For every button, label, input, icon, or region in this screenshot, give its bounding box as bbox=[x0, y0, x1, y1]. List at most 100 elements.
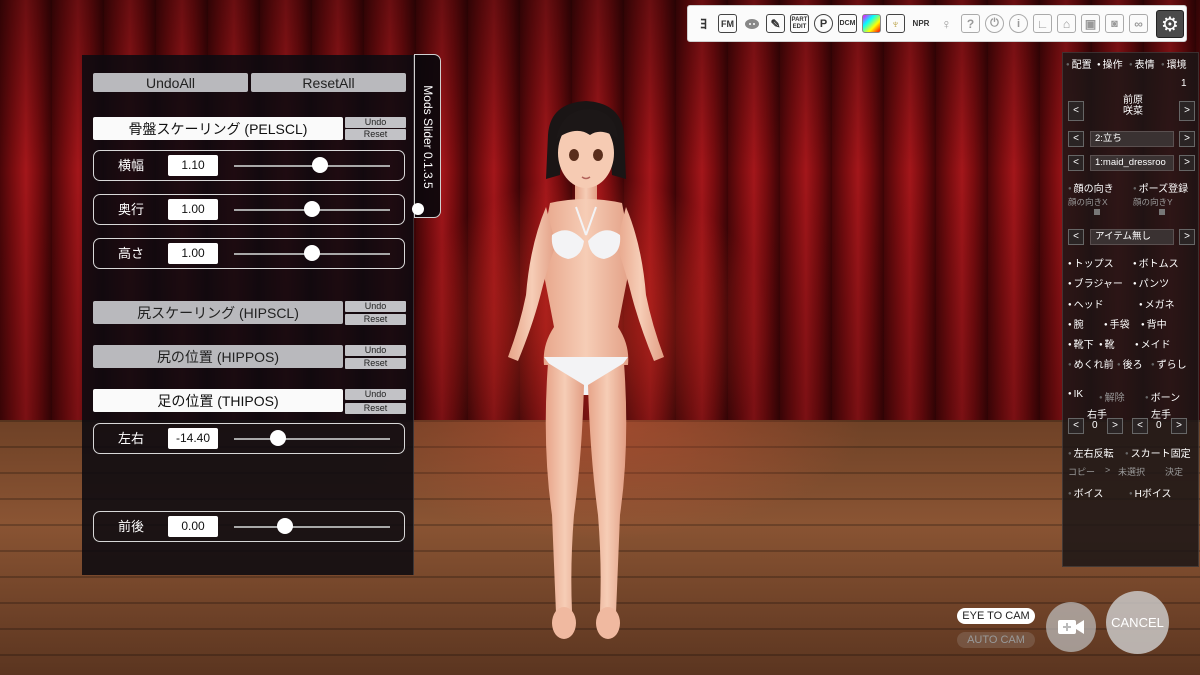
left-hand-prev-button[interactable]: < bbox=[1132, 418, 1148, 434]
panel-resize-handle[interactable] bbox=[412, 203, 424, 215]
pelscl-undo-button[interactable]: Undo bbox=[345, 117, 406, 128]
tab-operation[interactable]: 操作 bbox=[1097, 56, 1123, 71]
next-item-button[interactable]: > bbox=[1179, 229, 1195, 245]
clothing-shift-checkbox[interactable]: ずらし bbox=[1151, 356, 1187, 371]
slider-knob[interactable] bbox=[311, 157, 328, 173]
copy-button[interactable]: コピー bbox=[1068, 465, 1095, 478]
clothing-arm-checkbox[interactable]: 腕 bbox=[1068, 316, 1084, 331]
item-field[interactable]: アイテム無し bbox=[1090, 229, 1174, 245]
unselected-field[interactable]: 未選択 bbox=[1118, 465, 1145, 478]
slider-track[interactable] bbox=[234, 438, 390, 440]
thipos-reset-button[interactable]: Reset bbox=[345, 403, 406, 414]
prev-item-button[interactable]: < bbox=[1068, 229, 1084, 245]
clothing-back-checkbox[interactable]: 背中 bbox=[1141, 316, 1167, 331]
voice-checkbox[interactable]: ボイス bbox=[1068, 485, 1104, 500]
graph-icon[interactable]: ∟ bbox=[1033, 14, 1052, 33]
ik-checkbox[interactable]: IK bbox=[1068, 389, 1083, 400]
clothing-flip-front-checkbox[interactable]: めくれ前 bbox=[1068, 356, 1114, 371]
clothing-bra-checkbox[interactable]: ブラジャー bbox=[1068, 275, 1123, 290]
settings-gear-icon[interactable]: ⚙ bbox=[1156, 9, 1184, 38]
left-hand-next-button[interactable]: > bbox=[1171, 418, 1187, 434]
power-icon[interactable]: ⏻ bbox=[985, 14, 1004, 33]
section-thipos-toggle[interactable]: 足の位置 (THIPOS) bbox=[93, 389, 343, 412]
pose-field[interactable]: 2:立ち bbox=[1090, 131, 1174, 147]
slider-value-input[interactable]: 1.10 bbox=[168, 155, 218, 176]
clothing-socks-checkbox[interactable]: 靴下 bbox=[1068, 336, 1094, 351]
face-y-slider[interactable] bbox=[1159, 209, 1165, 215]
skirt-fix-checkbox[interactable]: スカート固定 bbox=[1125, 445, 1191, 460]
tab-placement[interactable]: 配置 bbox=[1066, 56, 1092, 71]
auto-cam-button[interactable]: AUTO CAM bbox=[957, 632, 1035, 648]
reset-all-button[interactable]: ResetAll bbox=[251, 73, 406, 92]
slider-value-input[interactable]: 0.00 bbox=[168, 516, 218, 537]
slider-knob[interactable] bbox=[304, 245, 320, 261]
color-palette-icon[interactable] bbox=[862, 14, 881, 33]
tab-environment[interactable]: 環境 bbox=[1161, 56, 1187, 71]
info-icon[interactable]: i bbox=[1009, 14, 1028, 33]
cancel-button[interactable]: CANCEL bbox=[1106, 591, 1169, 654]
video-camera-icon[interactable] bbox=[1046, 602, 1096, 652]
wrench-icon[interactable]: ✎ bbox=[766, 14, 785, 33]
slider-knob[interactable] bbox=[269, 430, 286, 446]
clothing-tops-checkbox[interactable]: トップス bbox=[1068, 255, 1114, 270]
camera-icon[interactable]: ◙ bbox=[1105, 14, 1124, 33]
slider-value-input[interactable]: 1.00 bbox=[168, 199, 218, 220]
clothing-bottoms-checkbox[interactable]: ボトムス bbox=[1133, 255, 1179, 270]
bone-checkbox[interactable]: ボーン bbox=[1145, 389, 1181, 404]
decide-button[interactable]: 決定 bbox=[1165, 465, 1183, 478]
slider-track[interactable] bbox=[234, 526, 390, 528]
next-maid-button[interactable]: > bbox=[1179, 101, 1195, 121]
slider-knob[interactable] bbox=[304, 201, 320, 217]
clothing-maid-checkbox[interactable]: メイド bbox=[1135, 336, 1171, 351]
pelscl-reset-button[interactable]: Reset bbox=[345, 129, 406, 140]
yotogi-icon[interactable]: ﾖ bbox=[694, 14, 713, 33]
slider-knob[interactable] bbox=[277, 518, 294, 534]
prev-pose-button[interactable]: < bbox=[1068, 131, 1084, 147]
clothing-shoes-checkbox[interactable]: 靴 bbox=[1099, 336, 1115, 351]
dress-field[interactable]: 1:maid_dressroo bbox=[1090, 155, 1174, 171]
dcm-icon[interactable]: DCM bbox=[838, 14, 857, 33]
hipscl-reset-button[interactable]: Reset bbox=[345, 314, 406, 325]
thipos-undo-button[interactable]: Undo bbox=[345, 389, 406, 400]
section-pelscl-toggle[interactable]: 骨盤スケーリング (PELSCL) bbox=[93, 117, 343, 140]
part-edit-icon[interactable]: PART EDIT bbox=[790, 14, 809, 33]
hippos-undo-button[interactable]: Undo bbox=[345, 345, 406, 356]
clothing-gloves-checkbox[interactable]: 手袋 bbox=[1104, 316, 1130, 331]
trophy-icon[interactable]: ♆ bbox=[886, 14, 905, 33]
prev-dress-button[interactable]: < bbox=[1068, 155, 1084, 171]
help-icon[interactable]: ? bbox=[961, 14, 980, 33]
key-icon[interactable]: ♀ bbox=[937, 14, 956, 33]
next-pose-button[interactable]: > bbox=[1179, 131, 1195, 147]
eye-to-cam-button[interactable]: EYE TO CAM bbox=[957, 608, 1035, 624]
shop-icon[interactable]: ⌂ bbox=[1057, 14, 1076, 33]
clothing-pants-checkbox[interactable]: パンツ bbox=[1133, 275, 1170, 290]
right-hand-prev-button[interactable]: < bbox=[1068, 418, 1084, 434]
undo-all-button[interactable]: UndoAll bbox=[93, 73, 248, 92]
clothing-flip-back-checkbox[interactable]: 後ろ bbox=[1117, 356, 1143, 371]
clothing-glasses-checkbox[interactable]: メガネ bbox=[1139, 296, 1175, 311]
pose-register-checkbox[interactable]: ポーズ登録 bbox=[1133, 180, 1189, 195]
section-hipscl-toggle[interactable]: 尻スケーリング (HIPSCL) bbox=[93, 301, 343, 324]
link-icon[interactable]: ∞ bbox=[1129, 14, 1148, 33]
p-icon[interactable]: P bbox=[814, 14, 833, 33]
face-x-slider[interactable] bbox=[1094, 209, 1100, 215]
slider-value-input[interactable]: 1.00 bbox=[168, 243, 218, 264]
right-hand-next-button[interactable]: > bbox=[1107, 418, 1123, 434]
hippos-reset-button[interactable]: Reset bbox=[345, 358, 406, 369]
mods-slider-tab[interactable]: Mods Slider 0.1.3.5 bbox=[414, 54, 441, 218]
hipscl-undo-button[interactable]: Undo bbox=[345, 301, 406, 312]
profile-icon[interactable]: ▣ bbox=[1081, 14, 1100, 33]
release-checkbox[interactable]: 解除 bbox=[1099, 389, 1125, 404]
npr-icon[interactable]: NPR bbox=[910, 14, 932, 33]
prev-maid-button[interactable]: < bbox=[1068, 101, 1084, 121]
pig-icon[interactable] bbox=[742, 14, 761, 33]
slider-value-input[interactable]: -14.40 bbox=[168, 428, 218, 449]
face-direction-checkbox[interactable]: 顔の向き bbox=[1068, 180, 1114, 195]
section-hippos-toggle[interactable]: 尻の位置 (HIPPOS) bbox=[93, 345, 343, 368]
mirror-checkbox[interactable]: 左右反転 bbox=[1068, 445, 1114, 460]
clothing-head-checkbox[interactable]: ヘッド bbox=[1068, 296, 1104, 311]
fm-icon[interactable]: FM bbox=[718, 14, 737, 33]
h-voice-checkbox[interactable]: Hボイス bbox=[1129, 485, 1172, 500]
next-dress-button[interactable]: > bbox=[1179, 155, 1195, 171]
tab-expression[interactable]: 表情 bbox=[1129, 56, 1155, 71]
